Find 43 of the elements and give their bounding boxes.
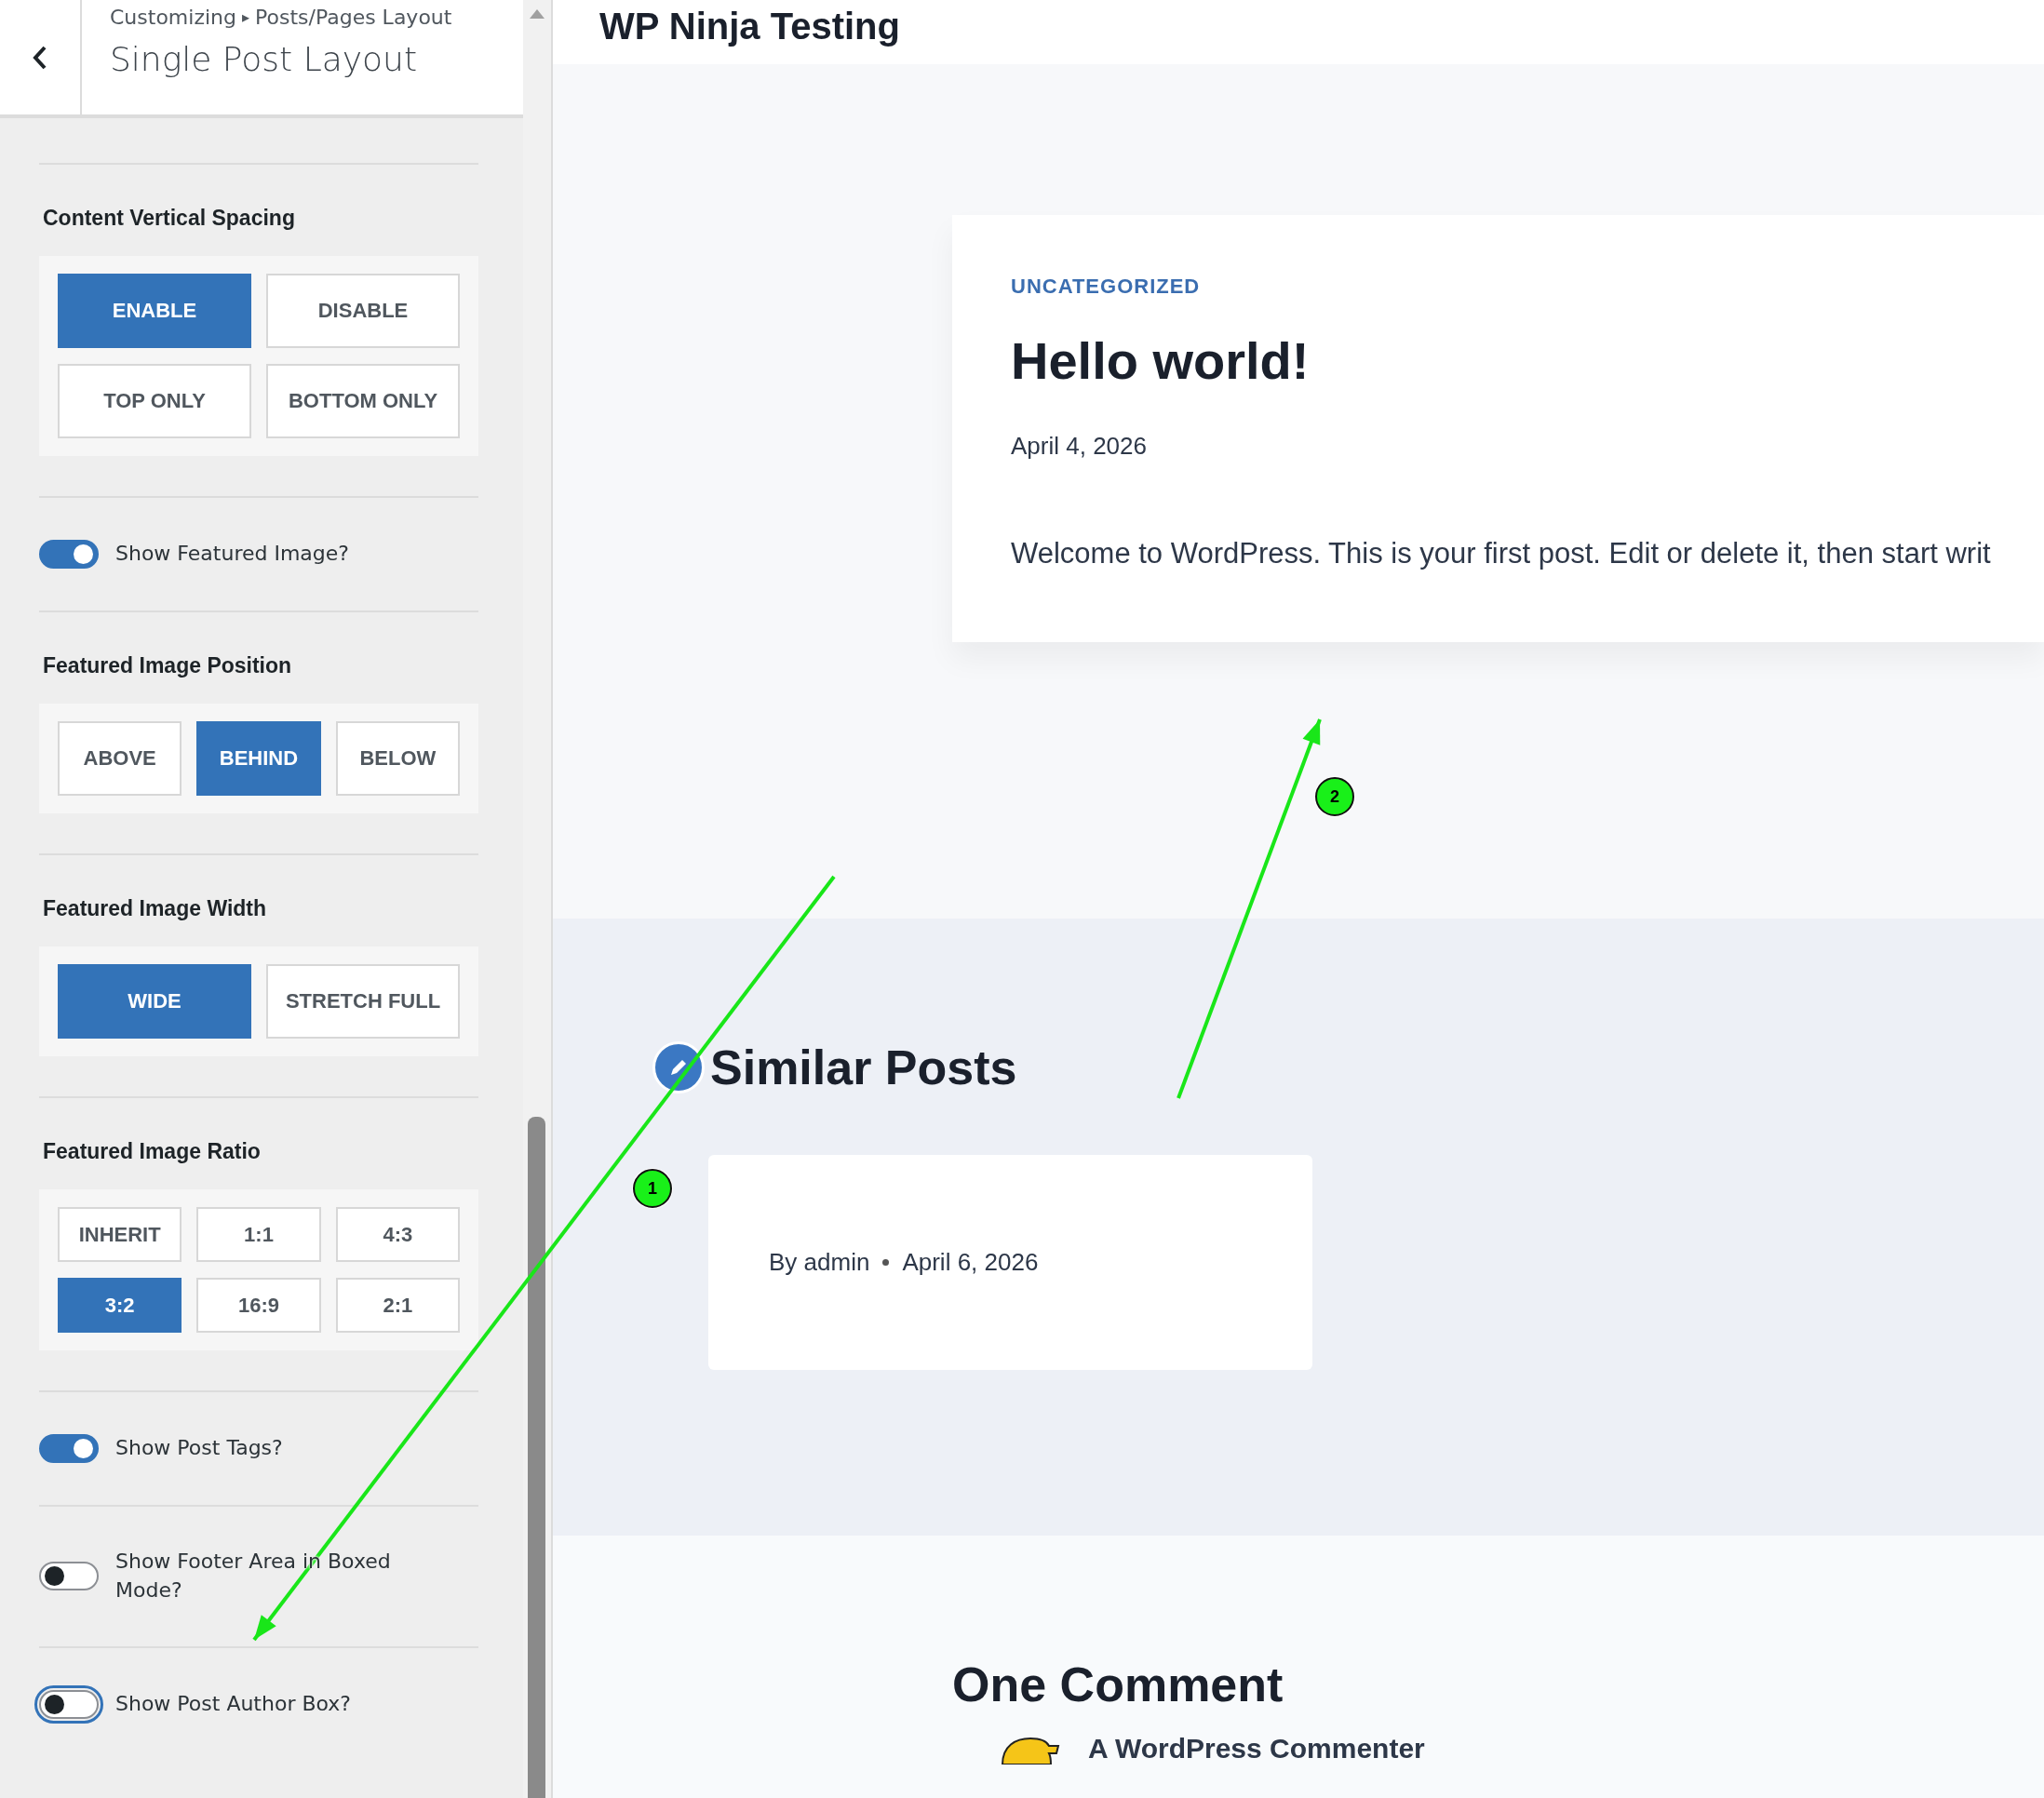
toggle-switch[interactable] [39,1434,99,1463]
comments-heading: One Comment [952,1657,1284,1712]
site-title[interactable]: WP Ninja Testing [599,0,900,47]
toggle-label: Show Post Author Box? [115,1690,351,1717]
comment-author[interactable]: A WordPress Commenter [1088,1733,1425,1764]
option-button[interactable]: 1:1 [196,1207,321,1262]
toggle-switch[interactable] [39,1562,99,1591]
option-button[interactable]: WIDE [58,964,251,1039]
option-button[interactable]: 4:3 [335,1207,460,1262]
option-button[interactable]: INHERIT [58,1207,182,1262]
breadcrumb-section: Posts/Pages Layout [255,6,452,29]
toggle-label: Show Post Tags? [115,1435,283,1462]
option-button[interactable]: 2:1 [335,1278,460,1333]
option-button[interactable]: 3:2 [58,1278,182,1333]
section-title: Featured Image Width [43,896,268,922]
option-button[interactable]: ENABLE [58,274,251,348]
related-post-card[interactable]: By admin April 6, 2026 [708,1155,1312,1370]
panel-title: Single Post Layout [110,40,418,78]
toggle-switch[interactable] [39,540,99,569]
bullet-icon [882,1259,890,1266]
option-button[interactable]: ABOVE [58,721,182,796]
option-button[interactable]: 16:9 [196,1278,321,1333]
option-button[interactable]: STRETCH FULL [266,964,460,1039]
section-title: Content Vertical Spacing [43,206,296,232]
toggle-label: Show Featured Image? [115,541,350,568]
section-title: Featured Image Ratio [43,1139,262,1165]
option-button[interactable]: TOP ONLY [58,364,251,438]
option-button[interactable]: DISABLE [266,274,460,348]
section-heading: Similar Posts [710,1040,1017,1095]
breadcrumb-root: Customizing [110,6,236,29]
post-title: Hello world! [1011,330,1311,391]
option-button[interactable]: BEHIND [196,721,321,796]
breadcrumb-separator: ▸ [241,8,249,26]
post-category[interactable]: UNCATEGORIZED [1011,275,2044,299]
post-date: April 4, 2026 [1011,432,1148,461]
edit-shortcut-button[interactable] [652,1041,705,1094]
section-title: Featured Image Position [43,653,293,679]
scrollbar-thumb[interactable] [528,1117,545,1798]
option-button[interactable]: BELOW [335,721,460,796]
post-author: By admin [769,1248,870,1277]
post-date: April 6, 2026 [902,1248,1039,1277]
option-button[interactable]: BOTTOM ONLY [266,364,460,438]
post-excerpt: Welcome to WordPress. This is your first post. Edit or delete it, then start writ [1011,537,1992,570]
